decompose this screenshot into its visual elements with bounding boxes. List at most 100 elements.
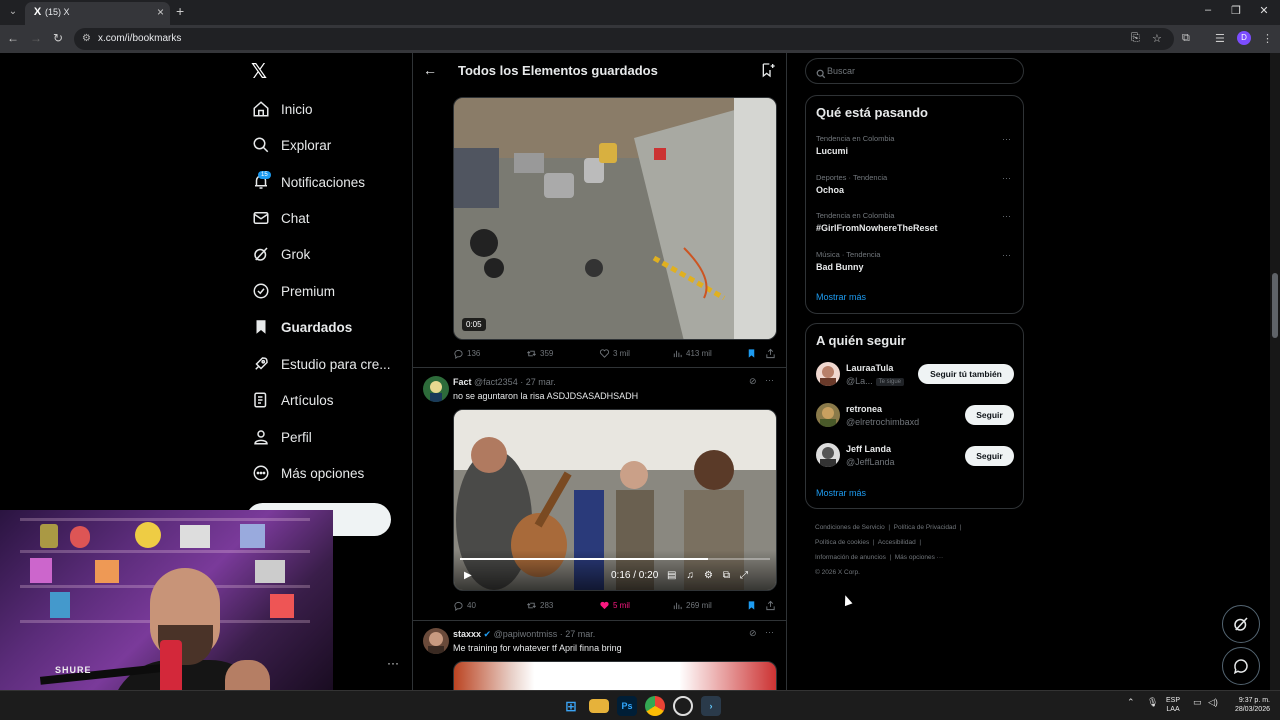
- tweet3-media[interactable]: [453, 661, 777, 690]
- account-more-icon[interactable]: ···: [387, 656, 399, 670]
- repost-button[interactable]: 283: [526, 600, 553, 611]
- tray-chevron-icon[interactable]: ⌃: [1127, 697, 1135, 708]
- tweet3-more-icon[interactable]: ···: [765, 627, 774, 637]
- trend-item-lucumi[interactable]: Lucumi: [816, 146, 848, 156]
- follow-name[interactable]: LauraaTula: [846, 363, 893, 373]
- nav-item-grok[interactable]: Grok: [250, 240, 310, 268]
- maximize-icon[interactable]: ❐: [1226, 4, 1246, 17]
- follow-avatar[interactable]: [816, 403, 840, 427]
- tweet2-video[interactable]: ▶ 0:16 / 0:20 ▤♫⚙⧉⤢: [453, 409, 777, 591]
- repost-button[interactable]: 359: [526, 348, 553, 359]
- tweet3-handle[interactable]: @papiwontmiss · 27 mar.: [494, 629, 596, 639]
- bookmark-star-icon[interactable]: ☆: [1152, 32, 1162, 45]
- nav-item-articles[interactable]: Artículos: [250, 386, 334, 414]
- network-icon[interactable]: ▭: [1193, 697, 1202, 708]
- grok-explain-icon[interactable]: ⊘: [749, 628, 757, 639]
- obs-icon[interactable]: [673, 696, 693, 716]
- follow-back-button[interactable]: Seguir tú también: [918, 364, 1014, 384]
- new-tab-icon[interactable]: +: [176, 3, 184, 19]
- tweet2-author-name[interactable]: Fact: [453, 377, 472, 387]
- minimize-icon[interactable]: –: [1198, 4, 1218, 16]
- footer-privacy-link[interactable]: Política de Privacidad: [894, 524, 957, 531]
- tweet2-avatar[interactable]: [423, 376, 449, 402]
- tweet2-more-icon[interactable]: ···: [765, 375, 774, 385]
- video-control-icons[interactable]: ▤♫⚙⧉⤢: [667, 570, 758, 581]
- tweet3-author-name[interactable]: staxxx: [453, 629, 481, 639]
- nav-item-creator-studio[interactable]: Estudio para cre...: [250, 350, 391, 378]
- browser-tab[interactable]: X (15) X ×: [25, 2, 170, 25]
- window-close-icon[interactable]: ✕: [1254, 4, 1274, 17]
- follow-avatar[interactable]: [816, 362, 840, 386]
- tweet3-avatar[interactable]: [423, 628, 449, 654]
- photoshop-icon[interactable]: Ps: [617, 696, 637, 716]
- nav-item-profile[interactable]: Perfil: [250, 423, 312, 451]
- windows-start-icon[interactable]: ⊞: [561, 696, 581, 716]
- nav-item-home[interactable]: Inicio: [250, 95, 313, 123]
- follow-button[interactable]: Seguir: [965, 405, 1014, 425]
- search-input[interactable]: Buscar: [805, 58, 1024, 84]
- tweet1-video[interactable]: 0:05: [453, 97, 777, 340]
- bookmark-button[interactable]: [746, 348, 757, 359]
- site-info-icon[interactable]: ⚙: [82, 33, 91, 44]
- app-icon[interactable]: ›: [701, 696, 721, 716]
- forward-icon[interactable]: →: [28, 31, 44, 45]
- footer-more-link[interactable]: Más opciones ···: [895, 554, 943, 561]
- nav-item-more[interactable]: Más opciones: [250, 459, 364, 487]
- follow-button[interactable]: Seguir: [965, 446, 1014, 466]
- reload-icon[interactable]: ↻: [50, 31, 66, 45]
- reply-button[interactable]: 40: [453, 600, 476, 611]
- grok-explain-icon[interactable]: ⊘: [749, 376, 757, 387]
- nav-item-explore[interactable]: Explorar: [250, 131, 331, 159]
- browser-menu-icon[interactable]: ⋮: [1262, 32, 1273, 45]
- follow-name[interactable]: Jeff Landa: [846, 444, 891, 454]
- video-progress-bar[interactable]: [460, 558, 770, 560]
- back-icon[interactable]: ←: [5, 31, 21, 45]
- footer-cookies-link[interactable]: Política de cookies: [815, 539, 869, 546]
- extensions-icon[interactable]: ⧉: [1182, 32, 1190, 45]
- tab-groups-icon[interactable]: ☰: [1215, 32, 1225, 45]
- grok-float-button[interactable]: [1222, 605, 1260, 643]
- x-logo-icon[interactable]: 𝕏: [251, 62, 271, 82]
- views-button[interactable]: 269 mil: [672, 600, 712, 611]
- system-clock[interactable]: 9:37 p. m. 28/03/2026: [1224, 696, 1270, 714]
- file-explorer-icon[interactable]: [589, 699, 609, 713]
- tweet2-handle[interactable]: @fact2354 · 27 mar.: [474, 377, 556, 387]
- back-arrow-icon[interactable]: ←: [423, 62, 437, 78]
- follow-name[interactable]: retronea: [846, 404, 882, 414]
- share-button[interactable]: [765, 348, 776, 359]
- mic-tray-icon[interactable]: 🎙: [1147, 697, 1158, 708]
- reply-button[interactable]: 136: [453, 348, 480, 359]
- nav-item-chat[interactable]: Chat: [250, 204, 310, 232]
- footer-ads-link[interactable]: Información de anuncios: [815, 554, 886, 561]
- new-folder-icon[interactable]: [760, 62, 776, 78]
- volume-icon[interactable]: ◁): [1208, 697, 1218, 708]
- trend-item-ochoa[interactable]: Ochoa: [816, 185, 844, 195]
- trend-more-icon[interactable]: ···: [1002, 173, 1011, 183]
- profile-avatar[interactable]: D: [1237, 31, 1251, 45]
- chrome-icon[interactable]: [645, 696, 665, 716]
- nav-item-premium[interactable]: Premium: [250, 277, 335, 305]
- like-button[interactable]: 3 mil: [599, 348, 630, 359]
- input-language[interactable]: ESP LAA: [1166, 696, 1180, 714]
- share-button[interactable]: [765, 600, 776, 611]
- trend-item-bad-bunny[interactable]: Bad Bunny: [816, 262, 864, 272]
- play-icon[interactable]: ▶: [464, 570, 472, 581]
- page-scrollbar[interactable]: [1270, 53, 1280, 690]
- footer-terms-link[interactable]: Condiciones de Servicio: [815, 524, 885, 531]
- views-button[interactable]: 413 mil: [672, 348, 712, 359]
- trends-show-more-link[interactable]: Mostrar más: [816, 292, 866, 302]
- scroll-thumb[interactable]: [1272, 273, 1278, 338]
- trend-more-icon[interactable]: ···: [1002, 250, 1011, 260]
- bookmark-button[interactable]: [746, 600, 757, 611]
- tab-close-icon[interactable]: ×: [157, 5, 164, 19]
- follow-show-more-link[interactable]: Mostrar más: [816, 488, 866, 498]
- trend-more-icon[interactable]: ···: [1002, 134, 1011, 144]
- tab-search-icon[interactable]: ⌄: [6, 5, 20, 19]
- footer-accessibility-link[interactable]: Accesibilidad: [878, 539, 916, 546]
- messages-float-button[interactable]: [1222, 647, 1260, 685]
- trend-more-icon[interactable]: ···: [1002, 211, 1011, 221]
- address-bar[interactable]: ⚙ x.com/i/bookmarks ⎘ ☆: [74, 28, 1174, 50]
- trend-item-girlfromnowhere[interactable]: #GirlFromNowhereTheReset: [816, 223, 938, 233]
- follow-avatar[interactable]: [816, 443, 840, 467]
- like-button[interactable]: 5 mil: [599, 600, 630, 611]
